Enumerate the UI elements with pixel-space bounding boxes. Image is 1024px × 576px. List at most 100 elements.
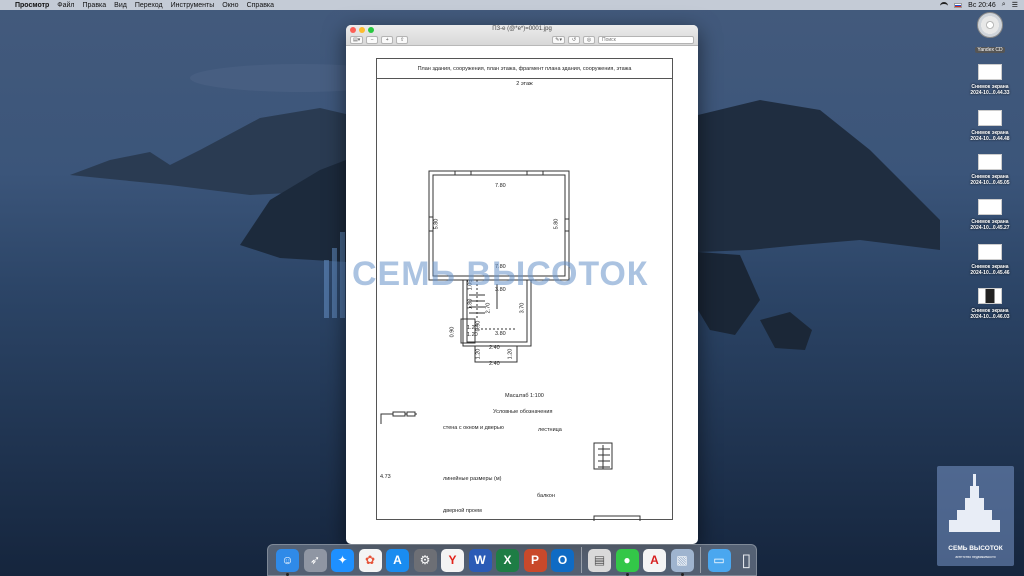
desktop-item-label: Yandex CD	[975, 47, 1005, 53]
rotate-icon[interactable]: ↺	[568, 35, 580, 44]
desktop-item-label: Снимок экрана 2024-10...0.45.05	[970, 174, 1010, 186]
safari-icon: ✦	[337, 552, 348, 567]
dock-item-powerpoint[interactable]: P	[523, 548, 547, 572]
dim-d9: 1.20	[475, 348, 482, 360]
legend-dims-label: линейные размеры (м)	[443, 476, 502, 482]
dim-d12: 2.40	[489, 361, 500, 367]
dim-d10: 2.40	[489, 345, 500, 351]
dock-item-yandex[interactable]: Y	[441, 548, 464, 572]
dock-item-finder[interactable]: ☺	[276, 548, 299, 576]
excel-icon: X	[503, 552, 512, 567]
messages-icon: ●	[623, 552, 631, 567]
screenshot-file-icon	[978, 199, 1002, 215]
yandex-browser-icon: Y	[448, 552, 457, 567]
menu-app-name[interactable]: Просмотр	[15, 2, 49, 9]
dock-item-photos[interactable]: ✿	[358, 548, 382, 572]
menu-view[interactable]: Вид	[114, 2, 127, 9]
dock-item-trash[interactable]: ▯	[735, 549, 758, 572]
screenshot-file-icon	[978, 288, 1002, 304]
menu-edit[interactable]: Правка	[83, 2, 107, 9]
screenshot-file-icon	[978, 110, 1002, 126]
menu-go[interactable]: Переход	[135, 2, 163, 9]
watermark-text: СЕМЬ ВЫСОТОК	[352, 255, 649, 293]
markup-icon[interactable]: ✎▾	[552, 35, 565, 44]
share-icon[interactable]: ⇧	[396, 35, 409, 44]
logo-subtitle: агентство недвижимости	[955, 555, 996, 559]
input-source-flag-icon[interactable]	[954, 2, 963, 8]
toolbar: ▤▾ − + ⇧ ✎▾ ↺ ◎	[350, 35, 694, 44]
menu-bar: Просмотр Файл Правка Вид Переход Инструм…	[0, 0, 1024, 10]
annotate-icon[interactable]: ◎	[583, 35, 595, 44]
zoom-out-icon[interactable]: −	[366, 35, 379, 44]
powerpoint-icon: P	[530, 552, 539, 567]
dock-item-messages[interactable]: ●	[615, 548, 639, 576]
dim-right-height: 5.80	[553, 218, 560, 230]
desktop-item-screenshot[interactable]: Снимок экрана 2024-10...0.45.05	[960, 154, 1020, 186]
search-icon[interactable]: ⌕	[1002, 1, 1006, 9]
dim-d8: 3.80	[495, 331, 506, 337]
screenshot-file-icon	[978, 64, 1002, 80]
desktop-item-label: Снимок экрана 2024-10...0.44.48	[970, 130, 1010, 142]
folder-icon: ▭	[713, 552, 725, 567]
menu-file[interactable]: Файл	[57, 2, 74, 9]
desktop-item-screenshot[interactable]: Снимок экрана 2024-10...0.46.03	[960, 288, 1020, 320]
legend-wall-label: стена с окном и дверью	[443, 425, 504, 431]
scale-label: Масштаб 1:100	[505, 393, 544, 399]
dim-right-lower: 3.70	[519, 302, 526, 314]
trash-icon: ▯	[741, 549, 752, 570]
legend-stairs-label: лестница	[538, 427, 562, 433]
dock-item-excel[interactable]: X	[496, 548, 519, 572]
wifi-icon[interactable]	[940, 2, 949, 8]
menu-tools[interactable]: Инструменты	[171, 2, 215, 9]
desktop-item-cd[interactable]: Yandex CD	[960, 12, 1020, 56]
dock-item-system-preferences[interactable]: ⚙	[413, 548, 437, 572]
desktop-item-label: Снимок экрана 2024-10...0.46.03	[970, 308, 1010, 320]
dock-item-acrobat[interactable]: A	[643, 548, 666, 572]
window-titlebar[interactable]: ПЗ-e (@*e*)=0001.jpg ▤▾ − + ⇧ ✎▾ ↺ ◎	[346, 25, 698, 46]
dock-item-app-store[interactable]: A	[386, 548, 409, 572]
dim-d2: 1.80	[467, 298, 474, 310]
desktop-item-label: Снимок экрана 2024-10...0.45.46	[970, 264, 1010, 276]
dock-separator	[580, 547, 582, 573]
dock-item-word[interactable]: W	[468, 548, 492, 572]
search-input[interactable]	[598, 35, 694, 44]
dock-item-preview[interactable]: ▧	[670, 548, 694, 576]
legend-dims-value: 4.73	[380, 474, 391, 480]
screenshot-file-icon	[978, 244, 1002, 260]
dock-item-safari[interactable]: ✦	[331, 548, 354, 572]
logo-title: СЕМЬ ВЫСОТОК	[948, 545, 1003, 552]
desktop-item-screenshot[interactable]: Снимок экрана 2024-10...0.45.46	[960, 244, 1020, 276]
menu-window[interactable]: Окно	[222, 2, 238, 9]
window-title: ПЗ-e (@*e*)=0001.jpg	[492, 26, 552, 32]
dock: ☺ ➶ ✦ ✿ A ⚙ Y W X P O ▤ ● A ▧ ▭ ▯	[267, 544, 757, 576]
desktop-item-label: Снимок экрана 2024-10...0.45.27	[970, 219, 1010, 231]
gear-icon: ⚙	[419, 552, 431, 567]
legend-door-label: дверной проем	[443, 508, 482, 514]
dim-left-height: 5.80	[433, 218, 440, 230]
agency-logo: СЕМЬ ВЫСОТОК агентство недвижимости	[937, 466, 1014, 566]
desktop-item-screenshot[interactable]: Снимок экрана 2024-10...0.45.27	[960, 199, 1020, 231]
photos-icon: ✿	[364, 552, 376, 567]
dock-item-printer[interactable]: ▤	[588, 548, 611, 572]
zoom-in-icon[interactable]: +	[381, 35, 394, 44]
cd-disc-icon	[977, 12, 1003, 38]
acrobat-icon: A	[650, 552, 659, 567]
screenshot-file-icon	[978, 154, 1002, 170]
dock-item-outlook[interactable]: O	[551, 548, 574, 572]
dim-d7: 1.20	[467, 332, 478, 338]
control-center-icon[interactable]: ☰	[1012, 1, 1018, 9]
document-title: План здания, сооружения, план этажа, фра…	[377, 59, 672, 79]
dock-item-downloads[interactable]: ▭	[707, 548, 731, 572]
app-store-icon: A	[393, 552, 402, 567]
legend-balcony-label: балкон	[537, 493, 555, 499]
menu-help[interactable]: Справка	[247, 2, 274, 9]
sidebar-toggle-icon[interactable]: ▤▾	[350, 35, 364, 44]
desktop-item-screenshot[interactable]: Снимок экрана 2024-10...0.44.33	[960, 64, 1020, 96]
dock-item-launchpad[interactable]: ➶	[303, 548, 327, 572]
finder-icon: ☺	[281, 552, 294, 567]
desktop-item-label: Снимок экрана 2024-10...0.44.33	[970, 84, 1010, 96]
menu-clock[interactable]: Вс 20:46	[968, 2, 996, 9]
dim-d4: 0.90	[449, 326, 456, 338]
desktop-item-screenshot[interactable]: Снимок экрана 2024-10...0.44.48	[960, 110, 1020, 142]
legend-title: Условные обозначения	[493, 409, 553, 415]
